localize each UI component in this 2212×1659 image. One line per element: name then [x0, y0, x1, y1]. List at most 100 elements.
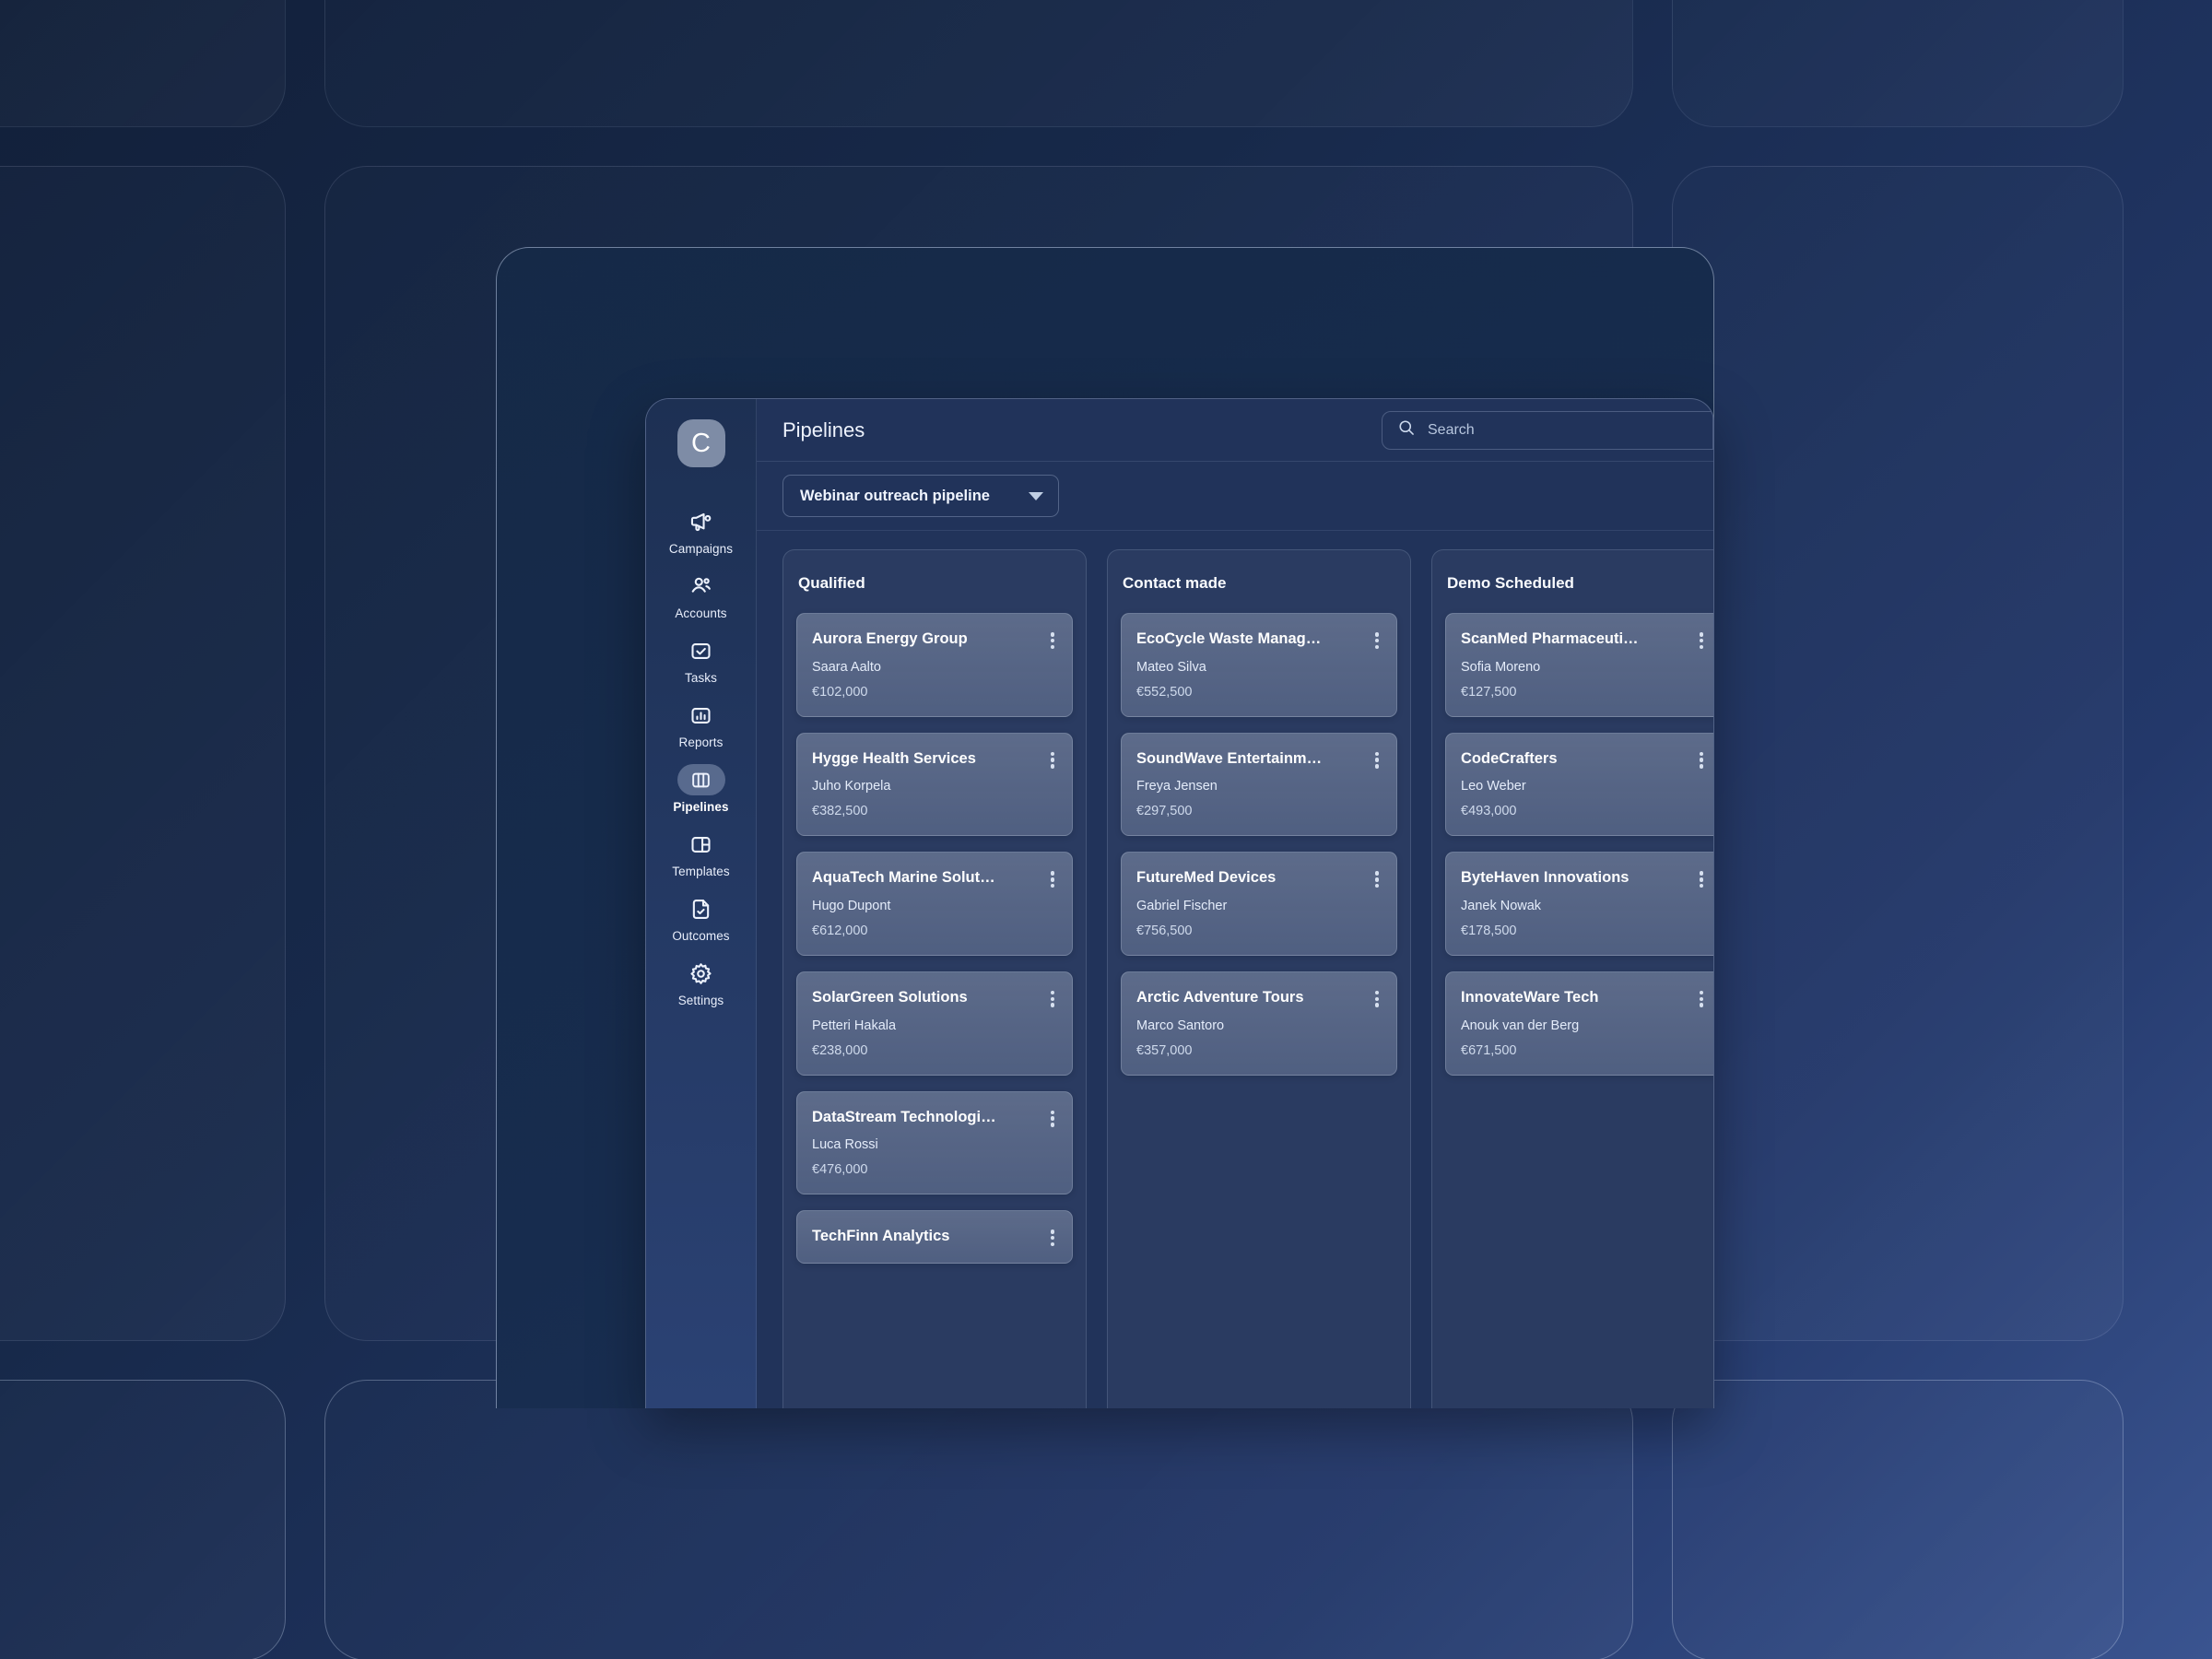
deal-contact: Juho Korpela [812, 779, 891, 794]
sidebar-item-label: Tasks [684, 671, 717, 685]
sidebar-item-settings[interactable]: Settings [669, 952, 733, 1017]
pipeline-select-label: Webinar outreach pipeline [800, 487, 990, 504]
sidebar-item-reports[interactable]: Reports [669, 694, 733, 759]
deal-company: AquaTech Marine Solut… [812, 869, 995, 887]
deal-amount: €102,000 [812, 684, 868, 700]
backdrop-tile [1672, 0, 2124, 127]
sidebar-item-pipelines[interactable]: Pipelines [669, 759, 733, 823]
deal-company: FutureMed Devices [1136, 869, 1277, 887]
deal-amount: €382,500 [812, 804, 868, 819]
users-icon [677, 571, 725, 602]
backdrop-tile [324, 0, 1633, 127]
deal-card[interactable]: SolarGreen Solutions Petteri Hakala €238,0… [796, 971, 1073, 1076]
sidebar-item-label: Reports [678, 735, 724, 749]
pipeline-select[interactable]: Webinar outreach pipeline [782, 475, 1059, 517]
column-title: Qualified [798, 574, 865, 592]
deal-contact: Saara Aalto [812, 659, 881, 675]
deal-amount: €178,500 [1461, 923, 1517, 938]
backdrop-tile [324, 1380, 1633, 1659]
deal-company: CodeCrafters [1461, 749, 1558, 767]
deal-contact: Freya Jensen [1136, 779, 1218, 794]
deal-card[interactable]: ByteHaven Innovations Janek Nowak €178,500 [1445, 852, 1713, 956]
sidebar: C Campaigns Accounts Tasks Reports Pipelines… [646, 399, 757, 1408]
check-square-icon [677, 635, 725, 666]
deal-card[interactable]: AquaTech Marine Solut… Hugo Dupont €612,00… [796, 852, 1073, 956]
backdrop-tile [0, 0, 286, 127]
deal-contact: Marco Santoro [1136, 1018, 1225, 1033]
search-icon [1397, 418, 1416, 441]
deal-card[interactable]: TechFinn Analytics [796, 1210, 1073, 1264]
card-overflow-menu-icon[interactable] [1044, 869, 1061, 889]
gear-icon [677, 958, 725, 989]
card-overflow-menu-icon[interactable] [1693, 989, 1710, 1009]
pipeline-column: Demo Scheduled ScanMed Pharmaceuti… Sofia … [1431, 549, 1713, 1408]
card-overflow-menu-icon[interactable] [1044, 989, 1061, 1009]
deal-card[interactable]: FutureMed Devices Gabriel Fischer €756,500 [1121, 852, 1397, 956]
deal-company: Aurora Energy Group [812, 630, 968, 647]
main-area: Pipelines Webinar outreach pipeline Qual… [757, 399, 1713, 1408]
deal-card[interactable]: DataStream Technologi… Luca Rossi €476,000 [796, 1090, 1073, 1195]
card-overflow-menu-icon[interactable] [1693, 630, 1710, 651]
deal-card[interactable]: Aurora Energy Group Saara Aalto €102,000 [796, 613, 1073, 717]
card-overflow-menu-icon[interactable] [1044, 630, 1061, 651]
deal-contact: Hugo Dupont [812, 898, 891, 913]
deal-card[interactable]: Hygge Health Services Juho Korpela €382,50… [796, 732, 1073, 837]
deal-card[interactable]: EcoCycle Waste Manag… Mateo Silva €552,500 [1121, 613, 1397, 717]
card-overflow-menu-icon[interactable] [1369, 869, 1385, 889]
deal-card[interactable]: SoundWave Entertainm… Freya Jensen €297,50… [1121, 732, 1397, 837]
sidebar-item-accounts[interactable]: Accounts [669, 565, 733, 629]
columns-icon [677, 764, 725, 795]
deal-contact: Mateo Silva [1136, 659, 1206, 675]
deal-company: TechFinn Analytics [812, 1228, 950, 1245]
backdrop-tile [0, 1380, 286, 1659]
search-box[interactable] [1382, 410, 1713, 450]
megaphone-icon [677, 506, 725, 537]
deal-company: InnovateWare Tech [1461, 988, 1599, 1006]
card-overflow-menu-icon[interactable] [1369, 750, 1385, 771]
deal-contact: Gabriel Fischer [1136, 898, 1228, 913]
card-overflow-menu-icon[interactable] [1369, 630, 1385, 651]
app-window: C Campaigns Accounts Tasks Reports Pipelines… [645, 398, 1714, 1408]
deal-company: ScanMed Pharmaceuti… [1461, 630, 1639, 647]
brand-logo[interactable]: C [677, 419, 725, 467]
card-overflow-menu-icon[interactable] [1044, 750, 1061, 771]
sidebar-item-label: Outcomes [672, 929, 730, 943]
deal-company: Hygge Health Services [812, 749, 976, 767]
layout-icon [677, 829, 725, 860]
sidebar-item-templates[interactable]: Templates [669, 823, 733, 888]
card-overflow-menu-icon[interactable] [1693, 750, 1710, 771]
backdrop-tile [1672, 1380, 2124, 1659]
deal-card[interactable]: ScanMed Pharmaceuti… Sofia Moreno €127,500 [1445, 613, 1713, 717]
sidebar-item-label: Pipelines [673, 800, 729, 814]
sidebar-nav-list: Campaigns Accounts Tasks Reports Pipelines Te… [669, 500, 733, 1017]
card-overflow-menu-icon[interactable] [1044, 1109, 1061, 1129]
sidebar-item-outcomes[interactable]: Outcomes [669, 888, 733, 952]
brand-initial: C [691, 428, 711, 458]
deal-amount: €671,500 [1461, 1042, 1517, 1058]
column-title: Contact made [1123, 574, 1227, 592]
search-input[interactable] [1428, 421, 1698, 439]
deal-amount: €238,000 [812, 1042, 868, 1058]
backdrop-tile [1672, 166, 2124, 1341]
deal-card[interactable]: CodeCrafters Leo Weber €493,000 [1445, 732, 1713, 837]
column-title: Demo Scheduled [1447, 574, 1574, 592]
deal-company: ByteHaven Innovations [1461, 869, 1630, 887]
deal-contact: Sofia Moreno [1461, 659, 1541, 675]
deal-amount: €476,000 [812, 1162, 868, 1178]
card-overflow-menu-icon[interactable] [1369, 989, 1385, 1009]
bar-chart-icon [677, 700, 725, 731]
page-title: Pipelines [782, 418, 865, 441]
deal-card[interactable]: InnovateWare Tech Anouk van der Berg €671,… [1445, 971, 1713, 1076]
deal-contact: Janek Nowak [1461, 898, 1542, 913]
deal-contact: Petteri Hakala [812, 1018, 897, 1033]
deal-company: Arctic Adventure Tours [1136, 988, 1304, 1006]
deal-company: EcoCycle Waste Manag… [1136, 630, 1322, 647]
deal-contact: Leo Weber [1461, 779, 1526, 794]
file-check-icon [677, 893, 725, 924]
sidebar-item-campaigns[interactable]: Campaigns [669, 500, 733, 565]
card-overflow-menu-icon[interactable] [1693, 869, 1710, 889]
card-overflow-menu-icon[interactable] [1044, 1228, 1061, 1248]
sidebar-item-tasks[interactable]: Tasks [669, 629, 733, 694]
deal-amount: €127,500 [1461, 684, 1517, 700]
deal-card[interactable]: Arctic Adventure Tours Marco Santoro €357,… [1121, 971, 1397, 1076]
